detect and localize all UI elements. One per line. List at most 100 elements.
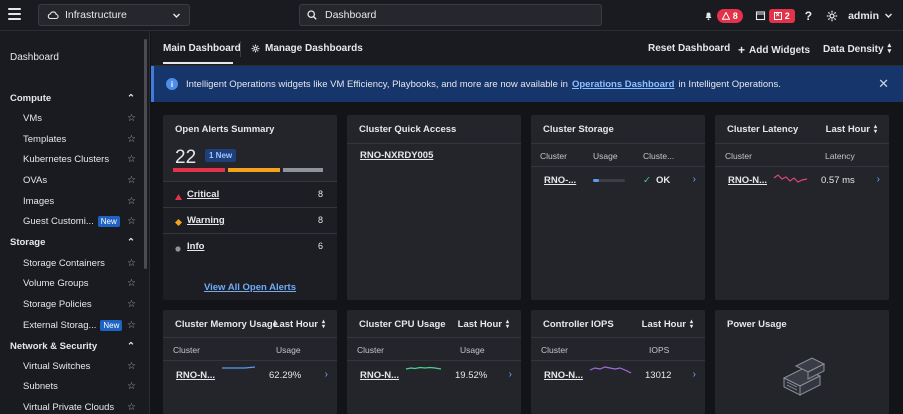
gear-icon[interactable] [826, 10, 838, 22]
search-input[interactable]: Dashboard [299, 4, 602, 26]
alert-count: 8 [317, 215, 323, 225]
star-icon[interactable]: ☆ [127, 175, 136, 186]
sidebar-item-images[interactable]: Images ☆ [23, 196, 136, 207]
sidebar-item-storage-containers[interactable]: Storage Containers ☆ [23, 258, 136, 269]
sidebar-item-external-storage[interactable]: External Storag... New ☆ [23, 320, 136, 331]
star-icon[interactable]: ☆ [127, 299, 136, 310]
sidebar-section-storage[interactable]: Storage ⌃ [10, 237, 135, 248]
button-label: Data Density [823, 43, 884, 55]
alert-count: 8 [317, 189, 323, 199]
alerts-badge: 8 [716, 8, 743, 23]
cluster-link[interactable]: RNO-NXRDY005 [360, 150, 433, 161]
sidebar-section-network-security[interactable]: Network & Security ⌃ [10, 341, 135, 352]
alerts-button[interactable]: 8 [703, 8, 743, 23]
star-icon[interactable]: ☆ [127, 113, 136, 124]
alert-row-info[interactable]: Info 6 [163, 233, 337, 259]
dashboard-header: Main Dashboard Manage Dashboards Reset D… [151, 31, 903, 66]
sidebar-item-guest-customization[interactable]: Guest Customi... New ☆ [23, 216, 136, 227]
sidebar-item-volume-groups[interactable]: Volume Groups ☆ [23, 278, 136, 289]
star-icon[interactable]: ☆ [127, 320, 136, 331]
star-icon[interactable]: ☆ [127, 216, 136, 227]
alert-row-critical[interactable]: Critical 8 [163, 181, 337, 207]
sidebar-item-storage-policies[interactable]: Storage Policies ☆ [23, 299, 136, 310]
column-header-iops[interactable]: IOPS [649, 345, 669, 355]
chevron-right-icon[interactable]: › [877, 174, 880, 185]
sidebar-item-dashboard[interactable]: Dashboard [10, 52, 59, 63]
card-title: Cluster CPU Usage [359, 319, 446, 330]
column-header-latency[interactable]: Latency [825, 151, 855, 161]
sidebar-item-kubernetes-clusters[interactable]: Kubernetes Clusters ☆ [23, 154, 136, 165]
alerts-footer: View All Open Alerts [163, 273, 337, 300]
cluster-link[interactable]: RNO-N... [544, 370, 583, 381]
star-icon[interactable]: ☆ [127, 381, 136, 392]
column-header-cluster[interactable]: Cluster [541, 345, 568, 355]
sidebar-item-templates[interactable]: Templates ☆ [23, 134, 136, 145]
data-density-button[interactable]: Data Density ▴ ▾ [823, 42, 891, 55]
column-header-cluster[interactable]: Cluster [540, 151, 567, 161]
sidebar-item-ovas[interactable]: OVAs ☆ [23, 175, 136, 186]
table-row: RNO-N... 0.57 ms › [715, 173, 889, 187]
star-icon[interactable]: ☆ [127, 402, 136, 413]
star-icon[interactable]: ☆ [127, 278, 136, 289]
reset-dashboard-button[interactable]: Reset Dashboard [648, 43, 730, 54]
close-icon[interactable]: ✕ [878, 76, 889, 92]
tab-main-dashboard[interactable]: Main Dashboard [163, 43, 241, 54]
chevron-up-icon: ⌃ [127, 341, 135, 352]
sidebar-item-virtual-switches[interactable]: Virtual Switches ☆ [23, 361, 136, 372]
period-selector[interactable]: Last Hour ▴ ▾ [458, 319, 509, 331]
tasks-button[interactable]: × 2 [755, 8, 795, 23]
active-tab-indicator [163, 62, 233, 64]
cluster-link[interactable]: RNO-N... [176, 370, 215, 381]
period-selector[interactable]: Last Hour ▴ ▾ [642, 319, 693, 331]
cluster-link[interactable]: RNO-N... [360, 370, 399, 381]
tab-manage-dashboards[interactable]: Manage Dashboards [251, 43, 363, 54]
sidebar-item-label: Volume Groups [23, 278, 89, 289]
column-header-usage[interactable]: Usage [276, 345, 301, 355]
sidebar-item-label: Storage Containers [23, 258, 105, 269]
column-header-cluster-status[interactable]: Cluste... [643, 151, 674, 161]
sidebar-item-vms[interactable]: VMs ☆ [23, 113, 136, 124]
column-header-cluster[interactable]: Cluster [357, 345, 384, 355]
chevron-right-icon[interactable]: › [509, 369, 512, 380]
chevron-right-icon[interactable]: › [693, 369, 696, 380]
table-row: RNO-N... 13012 › [531, 366, 705, 382]
star-icon[interactable]: ☆ [127, 154, 136, 165]
star-icon[interactable]: ☆ [127, 361, 136, 372]
sidebar-item-subnets[interactable]: Subnets ☆ [23, 381, 136, 392]
app-switcher[interactable]: Infrastructure [38, 4, 190, 26]
sidebar-section-compute[interactable]: Compute ⌃ [10, 93, 135, 104]
card-title: Power Usage [727, 319, 787, 330]
period-selector[interactable]: Last Hour ▴ ▾ [274, 319, 325, 331]
alert-row-warning[interactable]: Warning 8 [163, 207, 337, 233]
chevron-right-icon[interactable]: › [325, 369, 328, 380]
new-alerts-badge[interactable]: 1 New [205, 149, 237, 162]
error-x-icon: × [773, 11, 782, 20]
chevron-right-icon[interactable]: › [693, 174, 696, 185]
hamburger-menu-icon[interactable] [8, 8, 21, 21]
star-icon[interactable]: ☆ [127, 134, 136, 145]
info-banner: i Intelligent Operations widgets like VM… [151, 66, 903, 102]
operations-dashboard-link[interactable]: Operations Dashboard [572, 79, 674, 90]
cluster-latency-card: Cluster Latency Last Hour ▴ ▾ Cluster Late… [715, 115, 889, 300]
search-value: Dashboard [325, 9, 377, 21]
card-title: Cluster Memory Usage [175, 319, 278, 330]
sidebar-scrollbar[interactable] [144, 39, 147, 269]
add-widgets-button[interactable]: + Add Widgets [738, 43, 810, 57]
column-header-usage[interactable]: Usage [593, 151, 618, 161]
user-menu[interactable]: admin [848, 10, 893, 22]
cluster-link[interactable]: RNO-N... [728, 175, 767, 186]
star-icon[interactable]: ☆ [127, 196, 136, 207]
cpu-usage-value: 19.52% [455, 370, 488, 381]
view-all-open-alerts-link[interactable]: View All Open Alerts [204, 282, 296, 293]
star-icon[interactable]: ☆ [127, 258, 136, 269]
column-header-usage[interactable]: Usage [460, 345, 485, 355]
period-label: Last Hour [825, 124, 870, 135]
column-header-cluster[interactable]: Cluster [725, 151, 752, 161]
cluster-link[interactable]: RNO-... [544, 175, 576, 186]
period-selector[interactable]: Last Hour ▴ ▾ [825, 124, 877, 136]
sidebar-item-label: Guest Customi... [23, 216, 94, 227]
help-icon[interactable]: ? [805, 9, 812, 23]
check-icon: ✓ [643, 175, 651, 186]
sidebar-item-virtual-private-clouds[interactable]: Virtual Private Clouds ☆ [23, 402, 136, 413]
column-header-cluster[interactable]: Cluster [173, 345, 200, 355]
